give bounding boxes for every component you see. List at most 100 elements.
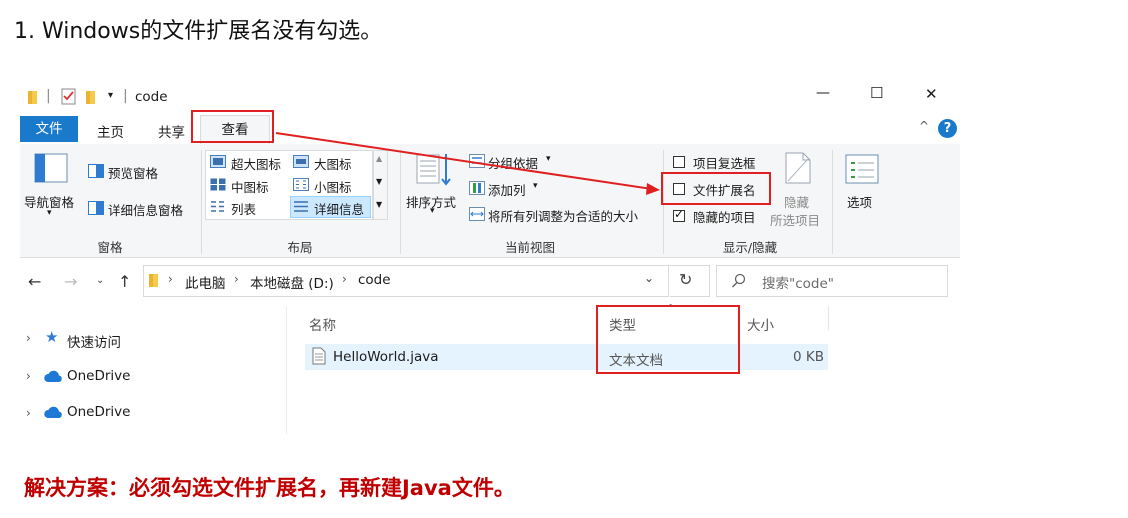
group-label-show-hide: 显示/隐藏 (722, 240, 778, 255)
size-all-columns-icon (469, 207, 485, 221)
ribbon-separator (832, 150, 833, 254)
cloud-icon (44, 406, 62, 418)
explorer-window: | ▾ | code — ☐ ✕ 文件 主页 共享 查看 ^ ? 导航窗格 ▾ … (20, 82, 960, 434)
details-pane-icon (88, 201, 104, 215)
solution-text: 解决方案：必须勾选文件扩展名，再新建Java文件。 (24, 476, 515, 500)
view-tab-highlight (191, 110, 274, 143)
expand-chevron-icon[interactable]: › (26, 406, 31, 420)
column-header-size[interactable]: 大小 (747, 314, 774, 334)
address-dropdown-icon[interactable]: ⌄ (644, 271, 654, 285)
forward-icon[interactable]: → (64, 272, 77, 291)
tab-file[interactable]: 文件 (20, 116, 78, 142)
search-icon (731, 273, 746, 288)
medium-icons-option[interactable]: 中图标 (231, 177, 269, 196)
add-columns-button[interactable]: 添加列 (488, 180, 526, 199)
tab-share[interactable]: 共享 (158, 121, 185, 141)
group-by-dropdown-icon[interactable]: ▾ (546, 154, 551, 164)
group-by-button[interactable]: 分组依据 (488, 153, 538, 172)
folder-icon (28, 91, 37, 104)
list-view-icon (211, 201, 224, 212)
sidebar-divider (286, 306, 287, 434)
ribbon-separator (201, 150, 202, 254)
item-checkboxes-checkbox[interactable] (673, 156, 685, 168)
breadcrumb-chevron-icon[interactable]: › (168, 272, 173, 286)
recent-locations-icon[interactable]: ⌄ (96, 275, 104, 286)
sidebar-item-quick-access[interactable]: 快速访问 (67, 331, 121, 351)
preview-pane-icon (88, 164, 104, 178)
details-pane-button[interactable]: 详细信息窗格 (108, 200, 183, 219)
breadcrumb-this-pc[interactable]: 此电脑 (185, 272, 226, 292)
preview-pane-button[interactable]: 预览窗格 (108, 163, 158, 182)
new-folder-icon[interactable] (84, 89, 98, 105)
large-icons-icon (293, 155, 309, 168)
group-by-icon (469, 154, 485, 168)
layout-scroll-down-icon[interactable]: ▼ (376, 177, 382, 186)
collapse-ribbon-icon[interactable]: ^ (919, 119, 929, 133)
up-icon[interactable]: ↑ (118, 272, 131, 291)
properties-icon[interactable] (61, 88, 77, 105)
large-icons-option[interactable]: 大图标 (314, 154, 352, 173)
layout-scroll-up-icon[interactable]: ▲ (376, 154, 382, 163)
cloud-icon (44, 370, 62, 382)
options-icon (845, 154, 879, 184)
navigation-pane-icon (34, 153, 68, 183)
sort-by-icon (416, 154, 451, 186)
ribbon: 导航窗格 ▾ 预览窗格 详细信息窗格 窗格 超大图标 大图标 中图标 小图标 列… (20, 144, 960, 258)
file-name[interactable]: HelloWorld.java (333, 349, 438, 365)
help-icon[interactable]: ? (938, 119, 957, 138)
quick-access-toolbar-dropdown-icon[interactable]: ▾ (108, 90, 113, 101)
group-label-layout: 布局 (287, 240, 313, 255)
column-header-name[interactable]: 名称 (309, 314, 336, 334)
extra-large-icons-icon (210, 155, 226, 168)
add-columns-icon (469, 181, 485, 195)
small-icons-option[interactable]: 小图标 (314, 177, 352, 196)
options-button[interactable]: 选项 (847, 192, 872, 211)
expand-chevron-icon[interactable]: › (26, 331, 31, 345)
type-column-highlight (596, 305, 740, 374)
breadcrumb-chevron-icon[interactable]: › (234, 272, 239, 286)
medium-icons-icon (210, 178, 226, 191)
add-columns-dropdown-icon[interactable]: ▾ (533, 181, 538, 191)
details-view-option[interactable]: 详细信息 (314, 199, 364, 218)
close-button[interactable]: ✕ (925, 85, 938, 103)
title-separator: | (46, 88, 51, 104)
sidebar-item-onedrive[interactable]: OneDrive (67, 368, 130, 384)
refresh-icon[interactable]: ↻ (679, 270, 692, 289)
file-size: 0 KB (793, 349, 824, 365)
text-document-icon (312, 347, 326, 365)
group-label-current-view: 当前视图 (504, 240, 555, 255)
sidebar-item-onedrive-2[interactable]: OneDrive (67, 404, 130, 420)
search-placeholder: 搜索"code" (762, 276, 834, 292)
ribbon-separator (400, 150, 401, 254)
hidden-items-checkbox[interactable] (673, 207, 685, 222)
tab-home[interactable]: 主页 (97, 121, 124, 141)
column-divider (828, 306, 829, 330)
small-icons-icon (293, 178, 309, 191)
group-label-panes: 窗格 (97, 240, 123, 255)
title-separator-2: | (123, 88, 128, 104)
back-icon[interactable]: ← (28, 272, 41, 291)
hide-selected-items-line1[interactable]: 隐藏 (784, 192, 809, 211)
expand-chevron-icon[interactable]: › (26, 369, 31, 383)
instruction-heading: 1. Windows的文件扩展名没有勾选。 (14, 19, 383, 44)
file-extensions-highlight (661, 172, 771, 205)
hidden-items-label: 隐藏的项目 (693, 210, 756, 225)
hide-selected-items-icon (785, 152, 811, 184)
size-all-columns-button[interactable]: 将所有列调整为合适的大小 (488, 206, 638, 225)
hide-selected-items-line2[interactable]: 所选项目 (770, 210, 820, 229)
breadcrumb-code[interactable]: code (358, 272, 391, 288)
breadcrumb-chevron-icon[interactable]: › (342, 272, 347, 286)
folder-icon (149, 274, 158, 287)
navigation-pane-dropdown-icon[interactable]: ▾ (47, 208, 52, 218)
sort-by-dropdown-icon[interactable]: ▾ (430, 206, 435, 216)
layout-expand-icon[interactable]: ▼ (376, 200, 382, 209)
list-view-option[interactable]: 列表 (231, 199, 256, 218)
item-checkboxes-label: 项目复选框 (693, 156, 756, 171)
minimize-button[interactable]: — (816, 85, 830, 101)
extra-large-icons-option[interactable]: 超大图标 (231, 154, 281, 173)
window-title: code (135, 89, 168, 105)
breadcrumb-local-disk[interactable]: 本地磁盘 (D:) (250, 272, 334, 292)
details-view-icon (294, 201, 308, 212)
star-icon: ★ (45, 328, 59, 346)
maximize-button[interactable]: ☐ (870, 84, 883, 102)
